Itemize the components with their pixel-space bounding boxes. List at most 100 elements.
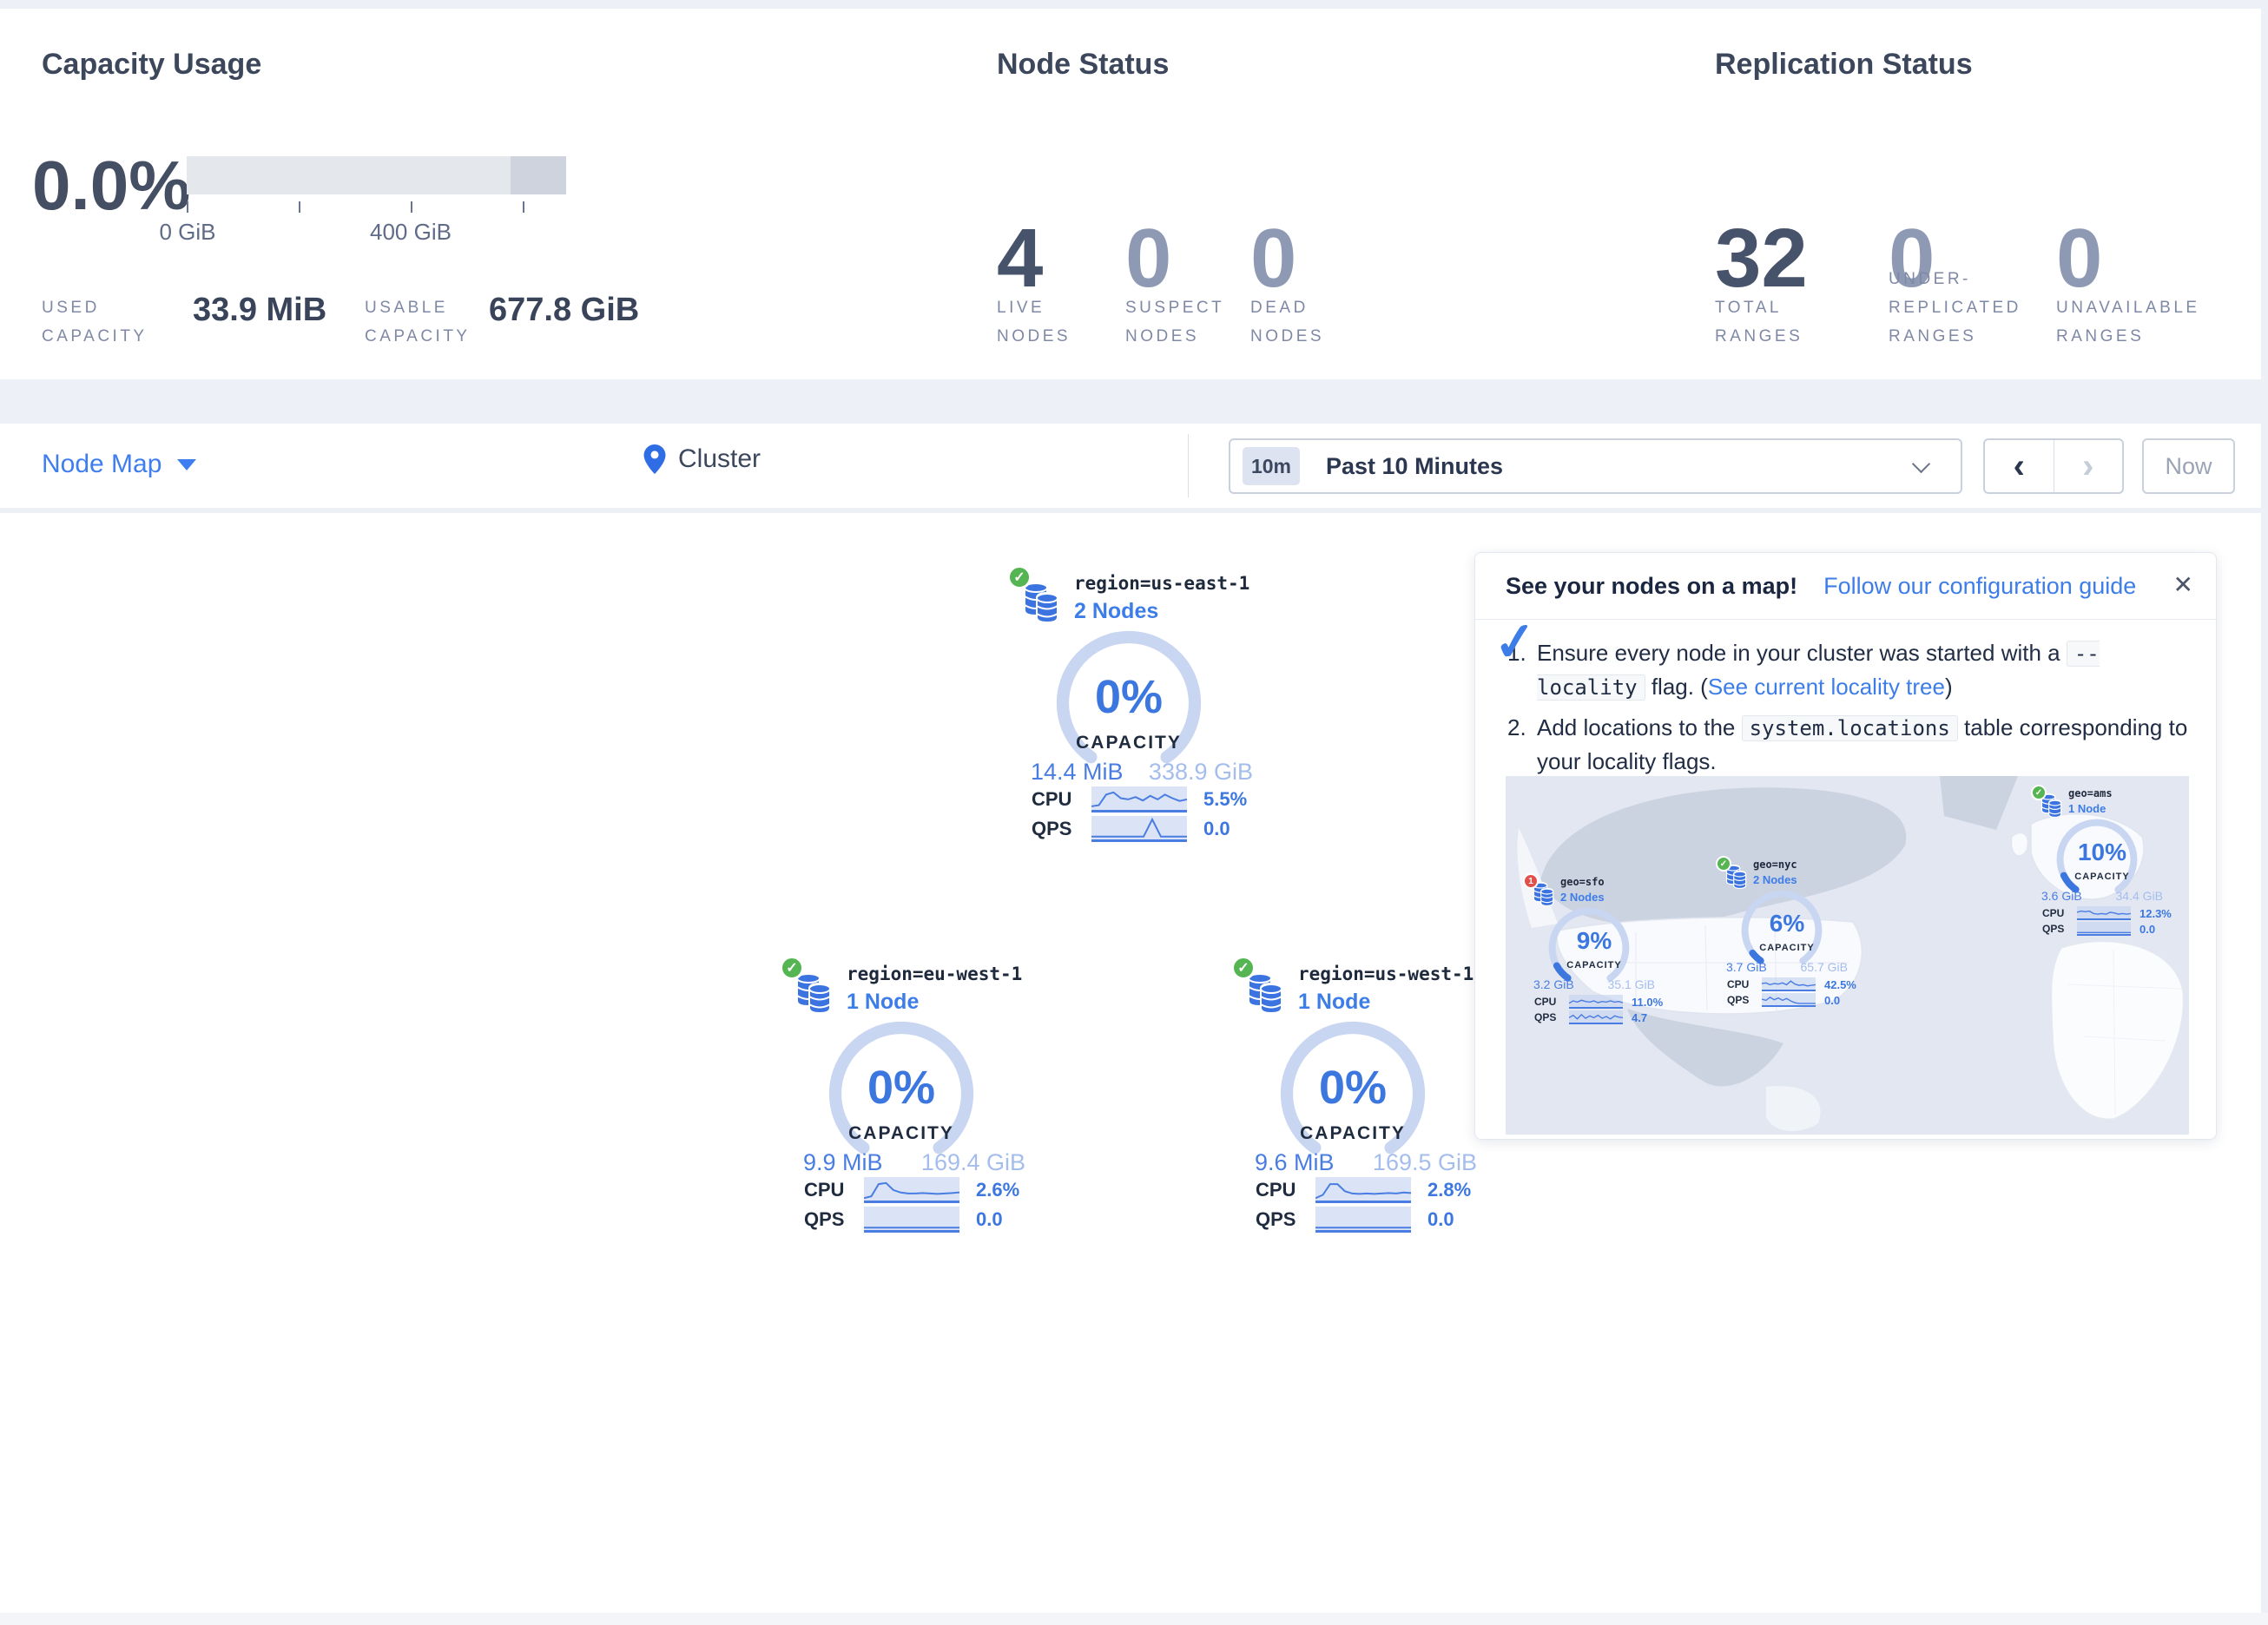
view-mode-dropdown[interactable]: Node Map bbox=[42, 450, 196, 479]
map-pin-icon bbox=[643, 444, 666, 474]
used-capacity: 3.2 GiB bbox=[1533, 977, 1574, 991]
step-number: 2. bbox=[1507, 711, 1526, 744]
qps-value: 4.7 bbox=[1632, 1011, 1647, 1024]
live-nodes-label: LIVE NODES bbox=[997, 299, 1071, 345]
healthy-check-badge: ✓ bbox=[1007, 565, 1032, 589]
total-capacity: 35.1 GiB bbox=[1608, 977, 1655, 991]
qps-sparkline bbox=[1315, 1207, 1411, 1233]
used-capacity: 9.9 MiB bbox=[803, 1149, 883, 1176]
cpu-label: CPU bbox=[1256, 1179, 1302, 1201]
live-nodes-count: 4 bbox=[997, 217, 1043, 300]
locality-label: geo=ams bbox=[2068, 787, 2113, 799]
time-forward-button[interactable]: › bbox=[2054, 440, 2123, 492]
view-toolbar: Node Map Cluster 10m Past 10 Minutes ‹ ›… bbox=[0, 424, 2261, 508]
axis-tick bbox=[299, 201, 300, 213]
geo-card-sfo[interactable]: 1 geo=sfo 2 Nodes 9% CAPACITY 3.2 G bbox=[1516, 873, 1672, 1038]
qps-value: 0.0 bbox=[1824, 994, 1840, 1007]
axis-tick bbox=[523, 201, 524, 213]
total-capacity: 169.5 GiB bbox=[1373, 1149, 1477, 1176]
axis-tick-label: 400 GiB bbox=[359, 219, 463, 246]
qps-value: 0.0 bbox=[2139, 923, 2155, 936]
used-capacity-label: USED CAPACITY bbox=[42, 299, 148, 345]
time-back-button[interactable]: ‹ bbox=[1985, 440, 2054, 492]
qps-label: QPS bbox=[1727, 994, 1755, 1006]
toolbar-divider bbox=[1188, 434, 1189, 497]
total-capacity: 169.4 GiB bbox=[921, 1149, 1025, 1176]
time-range-dropdown[interactable]: 10m Past 10 Minutes bbox=[1229, 438, 1962, 494]
capacity-word: CAPACITY bbox=[1516, 960, 1672, 970]
dead-nodes-count: 0 bbox=[1250, 217, 1296, 300]
capacity-usage-title: Capacity Usage bbox=[42, 48, 261, 82]
cpu-sparkline bbox=[1569, 995, 1623, 1009]
capacity-usage-bar bbox=[187, 156, 566, 194]
region-card-us-west-1[interactable]: ✓ region=us-west-1 1 Node 0% CAPACITY 9.… bbox=[1214, 953, 1492, 1248]
unavailable-ranges-count: 0 bbox=[2056, 217, 2102, 300]
total-ranges-label: TOTAL RANGES bbox=[1715, 299, 1803, 345]
axis-tick bbox=[411, 201, 412, 213]
view-mode-label: Node Map bbox=[42, 450, 162, 479]
label-line: USED bbox=[42, 299, 148, 316]
healthy-check-badge: ✓ bbox=[1716, 856, 1731, 872]
step-text: Ensure every node in your cluster was st… bbox=[1537, 640, 2067, 666]
cpu-sparkline bbox=[864, 1177, 959, 1203]
total-ranges-count: 32 bbox=[1715, 217, 1808, 300]
dead-nodes-label: DEAD NODES bbox=[1250, 299, 1324, 345]
instruction-step-2: 2. Add locations to the system.locations… bbox=[1506, 711, 2193, 778]
time-nav-buttons: ‹ › bbox=[1983, 438, 2124, 494]
step-text: ) bbox=[1945, 674, 1953, 700]
cpu-value: 42.5% bbox=[1824, 978, 1856, 991]
label-line: RANGES bbox=[1889, 328, 2021, 345]
time-range-label: Past 10 Minutes bbox=[1326, 440, 1503, 492]
qps-label: QPS bbox=[1032, 818, 1078, 840]
cpu-value: 2.6% bbox=[976, 1179, 1019, 1201]
capacity-percent: 9% bbox=[1516, 929, 1672, 953]
breadcrumb-label: Cluster bbox=[678, 444, 761, 474]
cpu-value: 12.3% bbox=[2139, 907, 2172, 920]
qps-label: QPS bbox=[2042, 923, 2070, 935]
region-card-eu-west-1[interactable]: ✓ region=eu-west-1 1 Node 0% CAPACITY 9.… bbox=[762, 953, 1040, 1248]
label-line: USABLE bbox=[365, 299, 471, 316]
cluster-summary-panel: Capacity Usage 0.0% 0 GiB 400 GiB USED C… bbox=[0, 9, 2261, 379]
node-map-canvas: ✓ region=us-east-1 2 Nodes 0% CAPACITY 1… bbox=[0, 513, 2261, 1613]
label-line: NODES bbox=[1125, 328, 1224, 345]
geo-card-ams[interactable]: ✓ geo=ams 1 Node 10% CAPACITY 3.6 G bbox=[2024, 785, 2180, 950]
locality-tree-link[interactable]: See current locality tree bbox=[1708, 674, 1945, 700]
locality-label: geo=nyc bbox=[1753, 859, 1797, 871]
usable-capacity-value: 677.8 GiB bbox=[489, 292, 639, 329]
capacity-word: CAPACITY bbox=[762, 1123, 1040, 1144]
cpu-value: 5.5% bbox=[1203, 788, 1247, 811]
capacity-percent: 0% bbox=[990, 674, 1268, 720]
usable-capacity-label: USABLE CAPACITY bbox=[365, 299, 471, 345]
axis-tick-label: 0 GiB bbox=[135, 219, 240, 246]
label-line: RANGES bbox=[1715, 328, 1803, 345]
cpu-sparkline bbox=[2077, 906, 2131, 920]
cpu-sparkline bbox=[1315, 1177, 1411, 1203]
under-replicated-ranges-label: UNDER- REPLICATED RANGES bbox=[1889, 271, 2021, 345]
geo-card-nyc[interactable]: ✓ geo=nyc 2 Nodes 6% CAPACITY 3.7 G bbox=[1709, 856, 1865, 1021]
label-line: TOTAL bbox=[1715, 299, 1803, 316]
cpu-value: 11.0% bbox=[1632, 996, 1663, 1009]
qps-label: QPS bbox=[1534, 1011, 1562, 1023]
used-capacity-value: 33.9 MiB bbox=[193, 292, 326, 329]
system-locations-code: system.locations bbox=[1742, 715, 1958, 741]
big-check-icon: ✓ bbox=[1492, 623, 1539, 661]
cpu-value: 2.8% bbox=[1427, 1179, 1471, 1201]
now-button[interactable]: Now bbox=[2142, 438, 2235, 494]
configuration-guide-link[interactable]: Follow our configuration guide bbox=[1823, 573, 2136, 600]
suspect-nodes-label: SUSPECT NODES bbox=[1125, 299, 1224, 345]
capacity-percent: 0% bbox=[1214, 1064, 1492, 1111]
close-icon[interactable]: ✕ bbox=[2173, 570, 2193, 599]
label-line: UNDER- bbox=[1889, 271, 2021, 287]
label-line: DEAD bbox=[1250, 299, 1324, 316]
cpu-label: CPU bbox=[1032, 788, 1078, 811]
label-line: RANGES bbox=[2056, 328, 2200, 345]
replication-status-title: Replication Status bbox=[1715, 48, 1973, 82]
region-card-us-east-1[interactable]: ✓ region=us-east-1 2 Nodes 0% CAPACITY 1… bbox=[990, 562, 1268, 858]
breadcrumb[interactable]: Cluster bbox=[643, 444, 761, 474]
used-capacity: 3.7 GiB bbox=[1726, 960, 1767, 974]
time-range-badge: 10m bbox=[1243, 447, 1300, 485]
label-line: NODES bbox=[997, 328, 1071, 345]
warning-badge: 1 bbox=[1523, 873, 1539, 889]
unavailable-ranges-label: UNAVAILABLE RANGES bbox=[2056, 299, 2200, 345]
qps-sparkline bbox=[1762, 993, 1816, 1007]
